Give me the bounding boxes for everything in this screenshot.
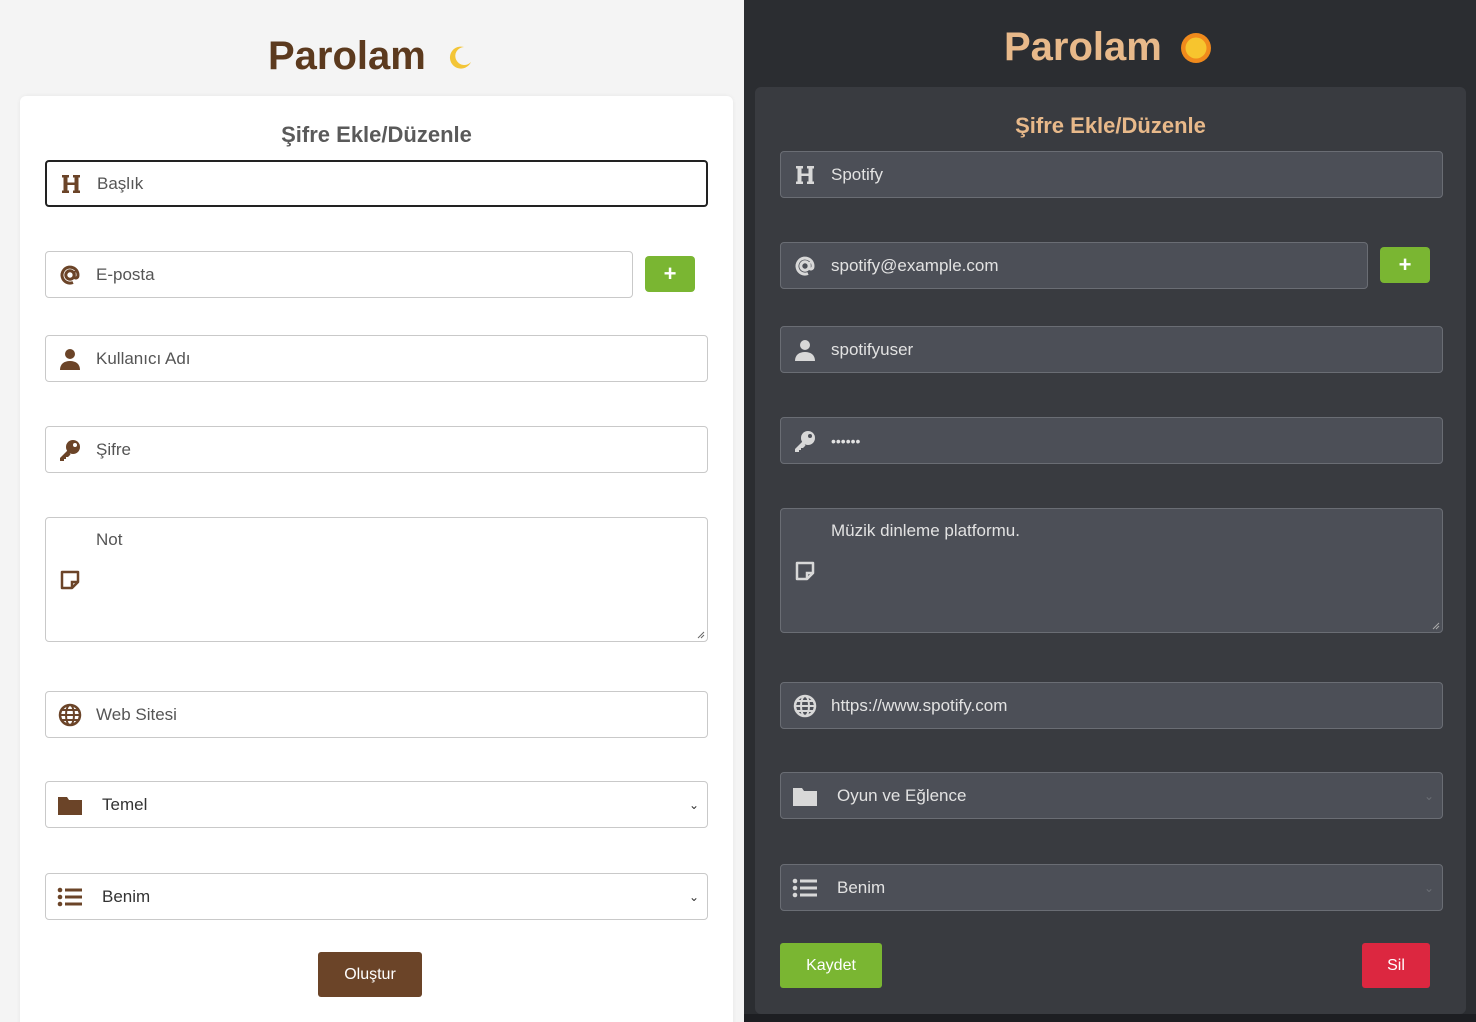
username-field[interactable]: spotifyuser: [780, 326, 1443, 373]
user-icon: [792, 337, 818, 363]
heading-icon: [792, 162, 818, 188]
title-input[interactable]: Başlık: [97, 174, 143, 194]
chevron-down-icon: ⌄: [688, 797, 699, 812]
at-icon: [57, 262, 83, 288]
category-selected: Temel: [102, 794, 148, 814]
form-title: Şifre Ekle/Düzenle: [1015, 113, 1206, 138]
light-theme-pane: Parolam Şifre Ekle/Düzenle Başlık E-post…: [0, 0, 744, 1022]
moon-icon[interactable]: [444, 42, 474, 72]
email-field[interactable]: E-posta: [45, 251, 633, 298]
at-icon: [792, 253, 818, 279]
form-card: Şifre Ekle/Düzenle Başlık E-posta + Kull…: [20, 96, 733, 1022]
resize-handle[interactable]: [1432, 622, 1440, 630]
folder-icon: [792, 783, 818, 809]
note-icon: [792, 558, 818, 584]
folder-icon: [57, 792, 83, 818]
username-field[interactable]: Kullanıcı Adı: [45, 335, 708, 382]
app-title-text: Parolam: [1004, 25, 1162, 69]
website-input[interactable]: Web Sitesi: [96, 705, 177, 725]
chevron-down-icon: ⌄: [1423, 880, 1434, 895]
bottom-divider: [744, 1014, 1476, 1022]
note-field[interactable]: Müzik dinleme platformu.: [780, 508, 1443, 633]
sun-icon[interactable]: [1180, 32, 1212, 64]
title-input[interactable]: Spotify: [831, 165, 883, 185]
app-title: Parolam: [268, 34, 474, 79]
category-select[interactable]: Temel ⌄: [45, 781, 708, 828]
category-select[interactable]: Oyun ve Eğlence ⌄: [780, 772, 1443, 819]
email-input[interactable]: E-posta: [96, 265, 155, 285]
category-selected: Oyun ve Eğlence: [837, 785, 967, 805]
website-field[interactable]: https://www.spotify.com: [780, 682, 1443, 729]
list-select[interactable]: Benim ⌄: [45, 873, 708, 920]
globe-icon: [792, 693, 818, 719]
chevron-down-icon: ⌄: [688, 889, 699, 904]
list-selected: Benim: [837, 877, 886, 897]
heading-icon: [58, 171, 84, 197]
password-field[interactable]: ••••••: [780, 417, 1443, 464]
chevron-down-icon: ⌄: [1423, 788, 1434, 803]
create-button[interactable]: Oluştur: [318, 952, 422, 997]
note-textarea[interactable]: Müzik dinleme platformu.: [831, 521, 1020, 541]
email-input[interactable]: spotify@example.com: [831, 256, 999, 276]
note-icon: [57, 567, 83, 593]
username-input[interactable]: Kullanıcı Adı: [96, 349, 191, 369]
key-icon: [57, 437, 83, 463]
add-email-button[interactable]: +: [1380, 247, 1430, 283]
dark-theme-pane: Parolam Şifre Ekle/Düzenle Spotify spoti…: [744, 0, 1476, 1022]
email-field[interactable]: spotify@example.com: [780, 242, 1368, 289]
username-input[interactable]: spotifyuser: [831, 340, 913, 360]
list-icon: [792, 875, 818, 901]
website-input[interactable]: https://www.spotify.com: [831, 696, 1007, 716]
password-input[interactable]: ••••••: [831, 433, 860, 449]
delete-button[interactable]: Sil: [1362, 943, 1430, 988]
title-field[interactable]: Başlık: [45, 160, 708, 207]
password-input[interactable]: Şifre: [96, 440, 131, 460]
add-email-button[interactable]: +: [645, 256, 695, 292]
list-selected: Benim: [102, 886, 151, 906]
list-select[interactable]: Benim ⌄: [780, 864, 1443, 911]
app-title-text: Parolam: [268, 34, 426, 78]
note-textarea[interactable]: Not: [96, 530, 122, 550]
key-icon: [792, 428, 818, 454]
website-field[interactable]: Web Sitesi: [45, 691, 708, 738]
save-button[interactable]: Kaydet: [780, 943, 882, 988]
app-title: Parolam: [1004, 25, 1212, 70]
globe-icon: [57, 702, 83, 728]
note-field[interactable]: Not: [45, 517, 708, 642]
form-card: Şifre Ekle/Düzenle Spotify spotify@examp…: [755, 87, 1466, 1014]
user-icon: [57, 346, 83, 372]
resize-handle[interactable]: [697, 631, 705, 639]
form-title: Şifre Ekle/Düzenle: [281, 122, 472, 147]
list-icon: [57, 884, 83, 910]
password-field[interactable]: Şifre: [45, 426, 708, 473]
title-field[interactable]: Spotify: [780, 151, 1443, 198]
